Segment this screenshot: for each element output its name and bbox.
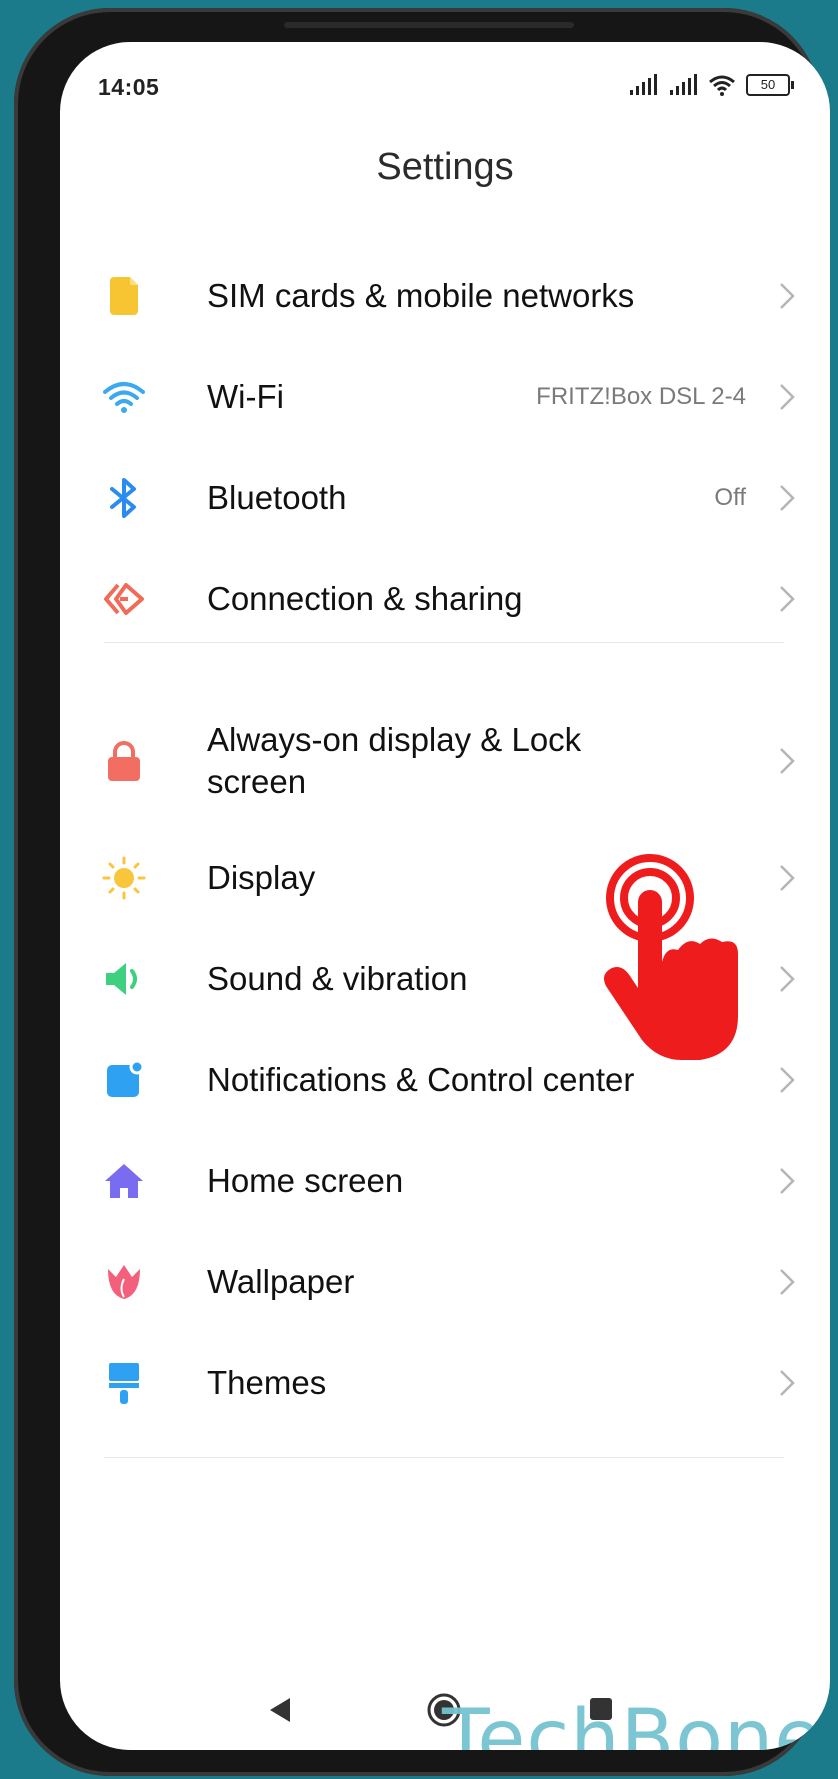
settings-item-themes[interactable]: Themes [60, 1329, 830, 1437]
chevron-right-icon [780, 966, 795, 992]
paintbrush-icon [102, 1361, 146, 1405]
section-divider [104, 1457, 784, 1458]
settings-item-label: Sound & vibration [207, 960, 468, 997]
settings-item-label: Bluetooth [207, 479, 347, 516]
chevron-right-icon [780, 865, 795, 891]
settings-item-wallpaper[interactable]: Wallpaper [60, 1228, 830, 1336]
chevron-right-icon [780, 1067, 795, 1093]
settings-item-sim-cards[interactable]: SIM cards & mobile networks [60, 242, 830, 350]
settings-item-label: Themes [207, 1364, 327, 1401]
settings-item-bluetooth[interactable]: Bluetooth Off [60, 444, 830, 552]
chevron-right-icon [780, 485, 795, 511]
section-divider [104, 642, 784, 643]
lock-icon [102, 739, 146, 783]
phone-frame: 14:05 50 Settings SIM cards & mobile net… [14, 8, 830, 1776]
sim-icon [102, 274, 146, 318]
settings-item-label: Wallpaper [207, 1263, 355, 1300]
settings-item-lock-screen[interactable]: Always-on display & Lock screen [60, 696, 830, 826]
battery-icon: 50 [746, 74, 794, 96]
settings-item-connection-sharing[interactable]: Connection & sharing [60, 545, 830, 653]
earpiece [284, 22, 574, 28]
chevron-right-icon [780, 1269, 795, 1295]
chevron-right-icon [780, 1370, 795, 1396]
status-bar: 14:05 50 [60, 42, 830, 122]
page-title: Settings [376, 146, 514, 188]
settings-item-label: Home screen [207, 1162, 404, 1199]
chevron-right-icon [780, 384, 795, 410]
settings-item-wifi[interactable]: Wi-Fi FRITZ!Box DSL 2-4 [60, 343, 830, 451]
chevron-right-icon [780, 586, 795, 612]
settings-item-value: Off [714, 484, 746, 511]
signal-icon-2 [670, 74, 697, 95]
watermark: TechBone [442, 1694, 824, 1750]
back-icon[interactable] [268, 1696, 292, 1724]
connection-sharing-icon [102, 577, 146, 621]
wifi-status-icon [709, 75, 735, 96]
settings-item-label: Wi-Fi [207, 378, 284, 415]
chevron-right-icon [780, 283, 795, 309]
settings-item-home-screen[interactable]: Home screen [60, 1127, 830, 1235]
sun-icon [102, 856, 146, 900]
chevron-right-icon [780, 1168, 795, 1194]
signal-icon [630, 74, 657, 95]
settings-item-value: FRITZ!Box DSL 2-4 [536, 383, 746, 410]
bluetooth-icon [102, 476, 146, 520]
settings-item-label: Always-on display & Lock screen [207, 721, 582, 800]
notification-icon [102, 1058, 146, 1102]
tap-hand-icon [604, 854, 738, 1060]
home-icon [102, 1159, 146, 1203]
wifi-icon [102, 375, 146, 419]
speaker-icon [102, 957, 146, 1001]
settings-item-label: Display [207, 859, 316, 896]
settings-item-label: Connection & sharing [207, 580, 523, 617]
status-icons: 50 [628, 72, 794, 98]
settings-item-label: Notifications & Control center [207, 1061, 635, 1098]
tulip-icon [102, 1260, 146, 1304]
settings-item-label: SIM cards & mobile networks [207, 277, 635, 314]
chevron-right-icon [780, 748, 795, 774]
status-time: 14:05 [98, 74, 160, 100]
screen: 14:05 50 Settings SIM cards & mobile net… [60, 42, 830, 1750]
